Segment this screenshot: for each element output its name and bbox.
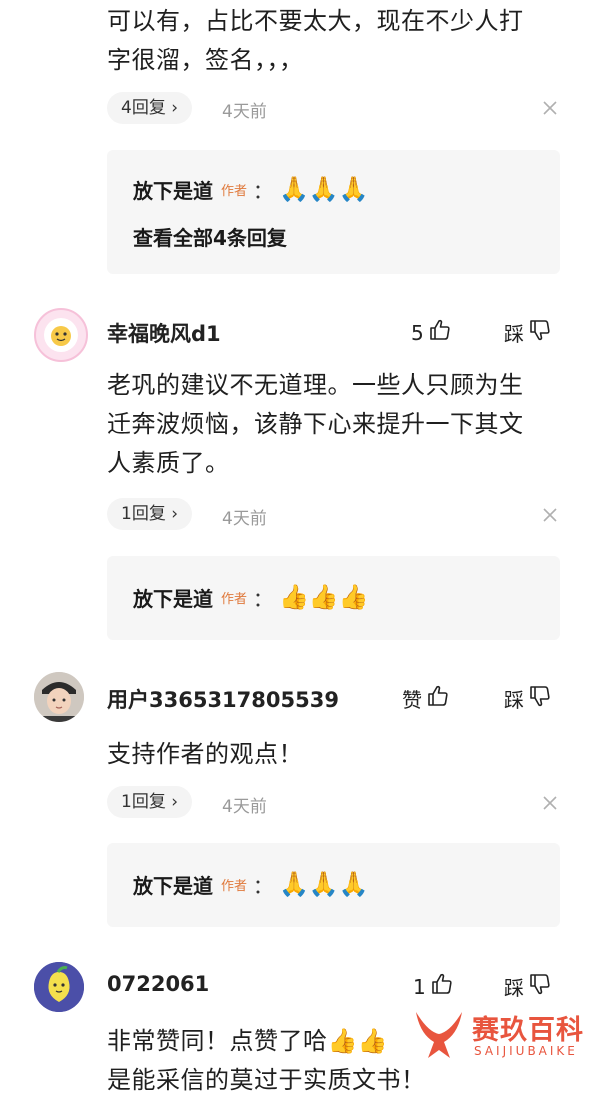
comment-text-line: 是能采信的莫过于实质文书！ <box>107 1066 426 1094</box>
comment-time: 4天前 <box>222 102 267 122</box>
watermark-subtext: SAIJIUBAIKE <box>474 1044 578 1058</box>
avatar[interactable] <box>34 308 88 362</box>
thumbs-up-icon <box>426 684 450 713</box>
comment-text-line: 支持作者的观点！ <box>107 740 303 768</box>
chevron-right-icon: › <box>171 792 179 812</box>
view-all-replies-link[interactable]: 查看全部4条回复 <box>133 222 287 251</box>
close-icon[interactable] <box>542 795 558 815</box>
comment-text-line: 字很溜，签名，，， <box>107 46 304 74</box>
author-badge: 作者 <box>221 183 248 199</box>
comment-text-line: 迁奔波烦恼，该静下心来提升一下其文 <box>107 410 524 438</box>
dislike-label: 踩 <box>504 322 524 346</box>
user-name[interactable]: 0722061 <box>107 972 209 996</box>
dislike-button[interactable]: 踩 <box>504 318 552 347</box>
dislike-label: 踩 <box>504 688 524 712</box>
watermark: 赛玖百科 SAIJIUBAIKE <box>408 1000 588 1068</box>
like-count: 5 <box>411 320 424 345</box>
dislike-label: 踩 <box>504 976 524 1000</box>
chevron-right-icon: › <box>171 504 179 524</box>
thumbs-up-icon <box>428 318 452 347</box>
reply-colon: ： <box>253 873 274 898</box>
like-count: 1 <box>413 974 426 999</box>
reply-count-label: 1回复 <box>121 504 166 524</box>
close-icon[interactable] <box>542 100 558 120</box>
reply-author-name[interactable]: 放下是道 <box>133 175 213 204</box>
comment-time: 4天前 <box>222 509 267 529</box>
thumbs-down-icon <box>528 684 552 713</box>
comment-text-line: 非常赞同！点赞了哈👍👍 <box>107 1027 389 1055</box>
reply-emoji: 🙏🙏🙏 <box>279 870 369 898</box>
dislike-button[interactable]: 踩 <box>504 972 552 1001</box>
thumbs-down-icon <box>528 972 552 1001</box>
reply-count-button[interactable]: 4回复 › <box>107 92 193 124</box>
comment-text-line: 老巩的建议不无道理。一些人只顾为生 <box>107 371 524 399</box>
dislike-button[interactable]: 踩 <box>504 684 552 713</box>
reply-count-button[interactable]: 1回复 › <box>107 498 193 530</box>
comment-time: 4天前 <box>222 797 267 817</box>
close-icon[interactable] <box>542 507 558 527</box>
avatar[interactable] <box>34 962 84 1012</box>
reply-author-name[interactable]: 放下是道 <box>133 870 213 899</box>
author-badge: 作者 <box>221 591 248 607</box>
chevron-right-icon: › <box>171 98 179 118</box>
reply-count-label: 1回复 <box>121 792 166 812</box>
watermark-logo-icon <box>410 1004 468 1066</box>
like-label: 赞 <box>402 688 422 712</box>
avatar[interactable] <box>34 672 84 722</box>
comment-text-line: 人素质了。 <box>107 449 230 477</box>
author-reply-box[interactable]: 放下是道 作者 ： 🙏🙏🙏 查看全部4条回复 <box>107 150 560 274</box>
like-button[interactable]: 1 <box>413 972 454 1001</box>
user-name[interactable]: 用户3365317805539 <box>107 684 339 714</box>
reply-colon: ： <box>253 178 274 203</box>
reply-author-name[interactable]: 放下是道 <box>133 583 213 612</box>
author-badge: 作者 <box>221 878 248 894</box>
watermark-text: 赛玖百科 <box>472 1015 584 1046</box>
comment-text-line: 可以有，占比不要太大，现在不少人打 <box>107 7 524 35</box>
reply-count-button[interactable]: 1回复 › <box>107 786 193 818</box>
reply-emoji: 🙏🙏🙏 <box>279 175 369 203</box>
thumbs-down-icon <box>528 318 552 347</box>
thumbs-up-icon <box>430 972 454 1001</box>
like-button[interactable]: 5 <box>411 318 452 347</box>
user-name[interactable]: 幸福晚风d1 <box>107 318 221 348</box>
reply-emoji: 👍👍👍 <box>279 583 369 611</box>
reply-count-label: 4回复 <box>121 98 166 118</box>
reply-colon: ： <box>253 586 274 611</box>
author-reply-box[interactable]: 放下是道 作者 ： 🙏🙏🙏 <box>107 843 560 927</box>
author-reply-box[interactable]: 放下是道 作者 ： 👍👍👍 <box>107 556 560 640</box>
like-button[interactable]: 赞 <box>402 684 450 713</box>
